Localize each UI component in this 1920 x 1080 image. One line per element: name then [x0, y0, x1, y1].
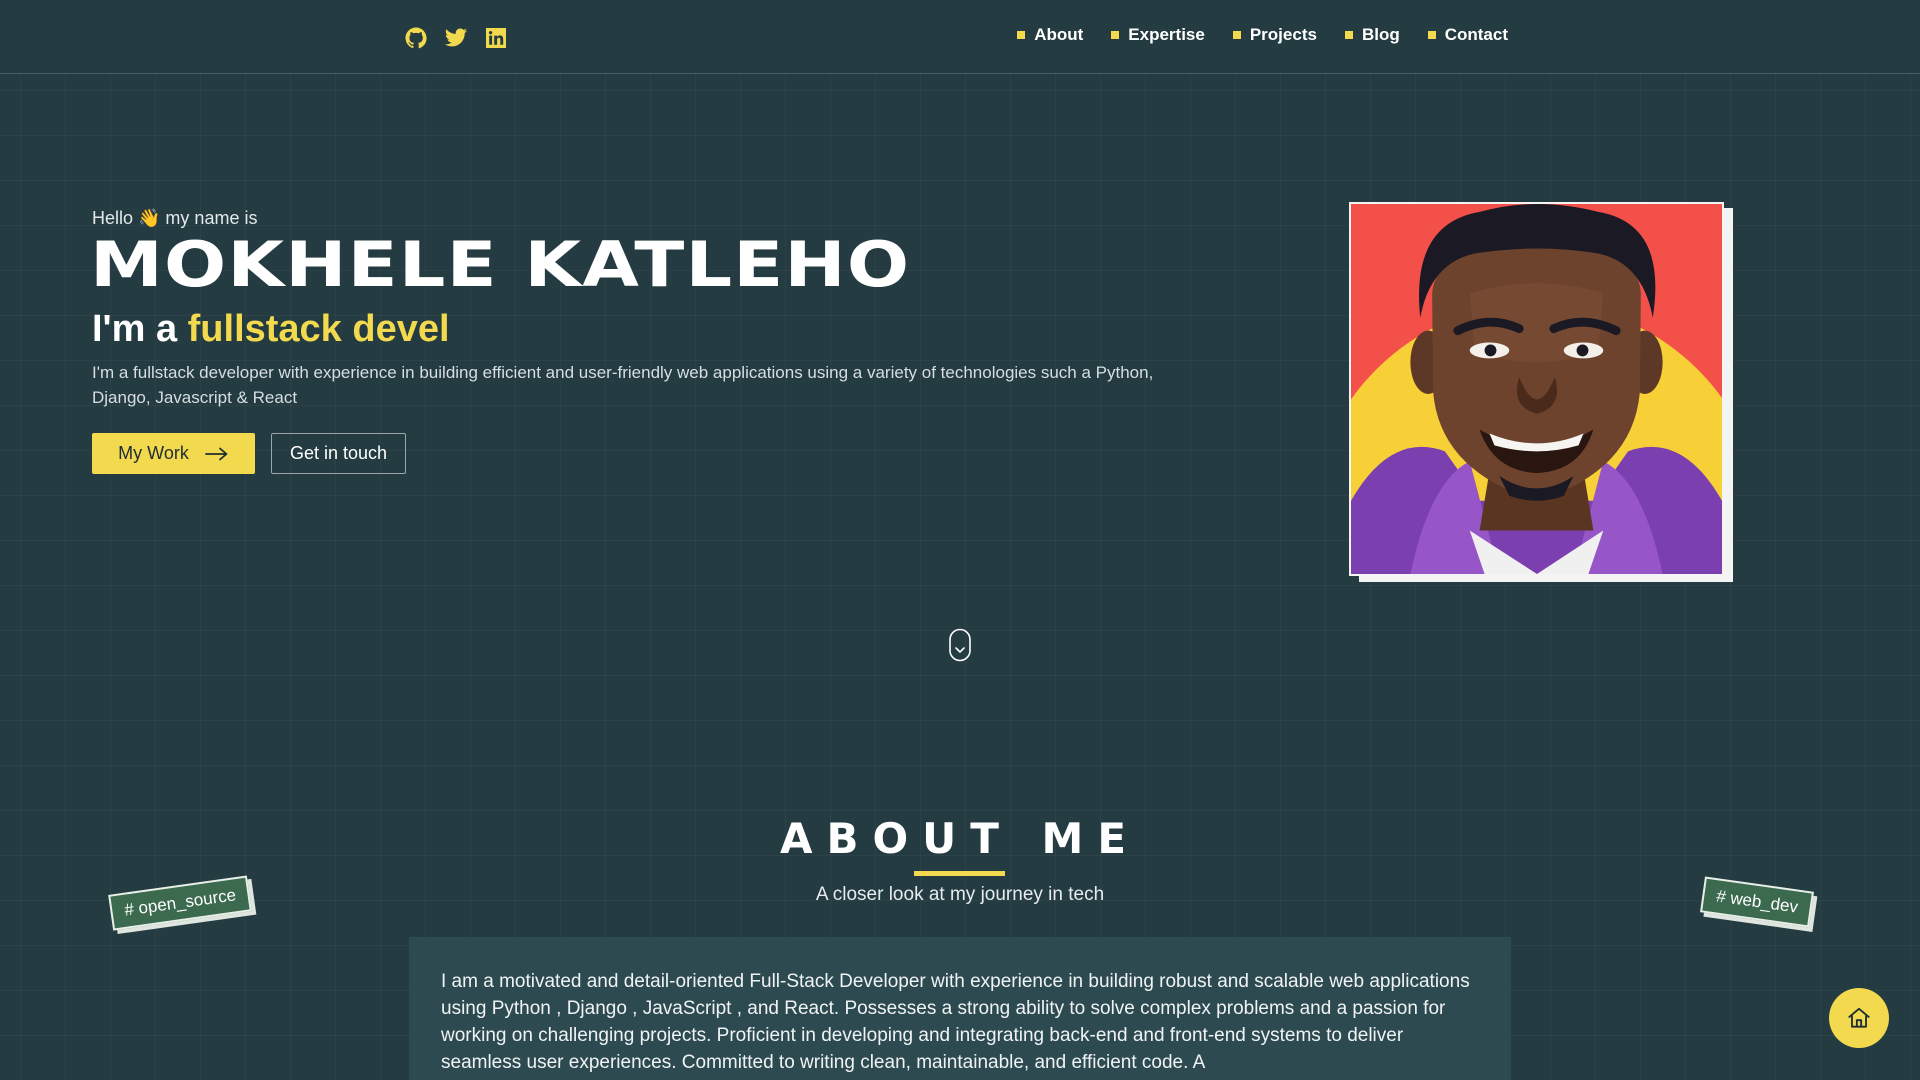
nav-label: Blog: [1361, 25, 1400, 44]
home-button[interactable]: [1829, 988, 1889, 1048]
mouse-scroll-icon: [949, 628, 971, 662]
nav-bullet-icon: [1111, 31, 1120, 39]
main-nav: About Expertise Projects Blog Contact: [1017, 25, 1508, 45]
nav-bullet-icon: [1344, 31, 1353, 39]
home-icon: [1848, 1007, 1870, 1028]
nav-item-projects[interactable]: Projects: [1232, 25, 1317, 45]
social-links: [404, 26, 508, 50]
hero-greeting: Hello 👋 my name is: [92, 208, 258, 228]
profile-portrait: [1349, 202, 1724, 576]
hero-description: I'm a fullstack developer with experienc…: [92, 363, 1154, 407]
nav-item-contact[interactable]: Contact: [1427, 25, 1508, 45]
my-work-button[interactable]: My Work: [92, 433, 255, 474]
about-title: ABOUT ME: [779, 814, 1141, 863]
hero-role-highlight: fullstack devel: [187, 308, 450, 350]
about-subtitle: A closer look at my journey in tech: [815, 884, 1105, 905]
about-text: I am a motivated and detail-oriented Ful…: [441, 971, 1470, 1073]
nav-label: Contact: [1444, 25, 1508, 44]
nav-bullet-icon: [1017, 31, 1026, 39]
nav-label: About: [1034, 25, 1084, 44]
nav-bullet-icon: [1232, 31, 1241, 39]
get-in-touch-button[interactable]: Get in touch: [271, 433, 406, 474]
scroll-down-indicator[interactable]: [948, 628, 972, 662]
nav-item-about[interactable]: About: [1017, 25, 1083, 45]
linkedin-link[interactable]: [484, 26, 508, 50]
linkedin-icon: [486, 28, 506, 48]
my-work-label: My Work: [118, 443, 189, 463]
top-navbar: About Expertise Projects Blog Contact: [0, 0, 1920, 74]
nav-item-blog[interactable]: Blog: [1344, 25, 1400, 45]
nav-bullet-icon: [1427, 31, 1436, 39]
arrow-right-icon: [204, 447, 228, 460]
twitter-icon: [445, 28, 467, 47]
twitter-link[interactable]: [444, 26, 468, 50]
hero-name: MOKHELE KATLEHO: [90, 228, 911, 301]
nav-label: Projects: [1249, 25, 1317, 44]
github-icon: [405, 27, 427, 49]
portrait-illustration: [1351, 204, 1722, 574]
about-title-underline: [914, 871, 1005, 876]
github-link[interactable]: [404, 26, 428, 50]
hero-role-prefix: I'm a: [92, 308, 188, 350]
nav-item-expertise[interactable]: Expertise: [1111, 25, 1205, 45]
nav-label: Expertise: [1128, 25, 1205, 44]
hero-role: I'm a fullstack devel: [92, 308, 450, 351]
